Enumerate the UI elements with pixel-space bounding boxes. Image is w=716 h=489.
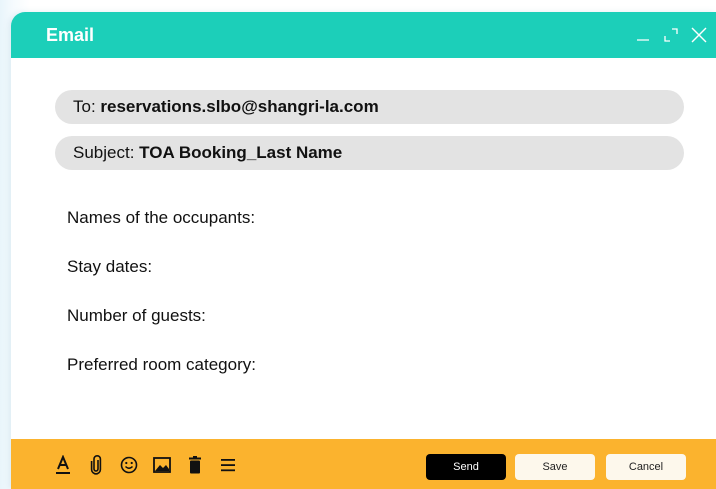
window-title: Email bbox=[46, 25, 95, 45]
attachment-icon[interactable] bbox=[87, 455, 105, 475]
subject-value: TOA Booking_Last Name bbox=[139, 143, 343, 162]
window-controls bbox=[634, 24, 708, 46]
subject-field[interactable]: Subject: TOA Booking_Last Name bbox=[55, 136, 684, 170]
title-bar: Email bbox=[11, 12, 716, 58]
subject-label: Subject: bbox=[73, 143, 140, 162]
cancel-button[interactable]: Cancel bbox=[606, 454, 686, 480]
body-line-occupants: Names of the occupants: bbox=[67, 208, 256, 227]
message-body[interactable]: Names of the occupants: Stay dates: Numb… bbox=[67, 208, 256, 404]
formatting-tools bbox=[54, 454, 237, 476]
to-label: To: bbox=[73, 97, 101, 116]
compose-toolbar: Send Save Cancel bbox=[11, 439, 716, 489]
save-button[interactable]: Save bbox=[515, 454, 595, 480]
email-window: Email To: reservations.slbo@shangri-la.c… bbox=[11, 12, 716, 489]
to-value: reservations.slbo@shangri-la.com bbox=[100, 97, 379, 116]
close-icon[interactable] bbox=[690, 26, 708, 44]
image-icon[interactable] bbox=[153, 455, 171, 475]
body-line-stay-dates: Stay dates: bbox=[67, 257, 153, 276]
trash-icon[interactable] bbox=[186, 455, 204, 475]
body-line-room-category: Preferred room category: bbox=[67, 355, 256, 374]
to-field[interactable]: To: reservations.slbo@shangri-la.com bbox=[55, 90, 684, 124]
emoji-icon[interactable] bbox=[120, 455, 138, 475]
text-format-icon[interactable] bbox=[54, 455, 72, 475]
menu-icon[interactable] bbox=[219, 455, 237, 475]
minimize-icon[interactable] bbox=[634, 26, 652, 44]
body-line-guests: Number of guests: bbox=[67, 306, 206, 325]
maximize-icon[interactable] bbox=[662, 26, 680, 44]
send-button[interactable]: Send bbox=[426, 454, 506, 480]
